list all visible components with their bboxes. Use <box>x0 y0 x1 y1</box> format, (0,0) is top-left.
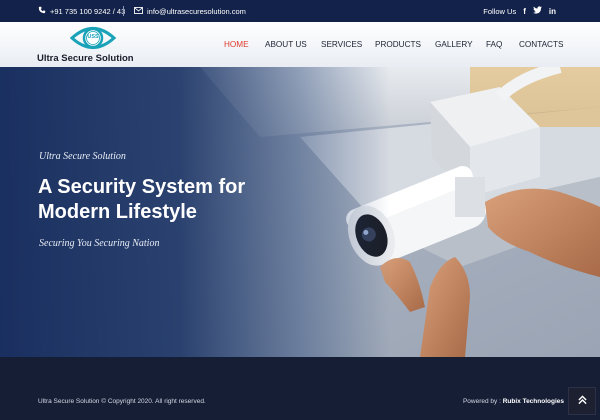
powered-by: Powered by : Rubix Technologies <box>463 398 564 405</box>
email-address[interactable]: info@ultrasecuresolution.com <box>147 7 246 16</box>
phone-icon <box>38 6 46 16</box>
hero-banner: Ultra Secure Solution A Security System … <box>0 67 600 357</box>
facebook-icon[interactable]: f <box>523 7 526 16</box>
top-bar: +91 735 100 9242 / 43 info@ultrasecureso… <box>0 0 600 22</box>
nav-home[interactable]: HOME <box>224 40 249 49</box>
nav-faq[interactable]: FAQ <box>486 40 502 49</box>
twitter-icon[interactable] <box>532 6 542 16</box>
site-footer: Ultra Secure Solution © Copyright 2020. … <box>0 357 600 420</box>
linkedin-icon[interactable]: in <box>549 7 556 16</box>
chevron-up-icon <box>577 392 587 410</box>
copyright-text: Ultra Secure Solution © Copyright 2020. … <box>38 398 206 405</box>
hero-kicker: Ultra Secure Solution <box>39 151 126 162</box>
main-nav: HOME ABOUT US SERVICES PRODUCTS GALLERY … <box>0 22 600 67</box>
powered-label: Powered by : <box>462 398 501 405</box>
powered-by-link[interactable]: Rubix Technologies <box>503 398 564 405</box>
nav-about-us[interactable]: ABOUT US <box>265 40 307 49</box>
site-header: USS Ultra Secure Solution HOME ABOUT US … <box>0 22 600 67</box>
back-to-top-button[interactable] <box>568 387 596 415</box>
mail-icon <box>134 6 143 16</box>
divider <box>123 6 124 16</box>
nav-products[interactable]: PRODUCTS <box>375 40 421 49</box>
follow-label: Follow Us <box>483 6 517 16</box>
nav-gallery[interactable]: GALLERY <box>435 40 473 49</box>
nav-services[interactable]: SERVICES <box>321 40 362 49</box>
email-contact[interactable]: info@ultrasecuresolution.com <box>134 0 246 22</box>
hero-headline: A Security System for Modern Lifestyle <box>38 176 246 223</box>
phone-contact[interactable]: +91 735 100 9242 / 43 <box>38 0 125 22</box>
social-links: Follow Us f in <box>483 0 556 22</box>
nav-contacts[interactable]: CONTACTS <box>519 40 563 49</box>
phone-number[interactable]: +91 735 100 9242 / 43 <box>50 7 125 16</box>
hero-tagline: Securing You Securing Nation <box>39 238 160 249</box>
